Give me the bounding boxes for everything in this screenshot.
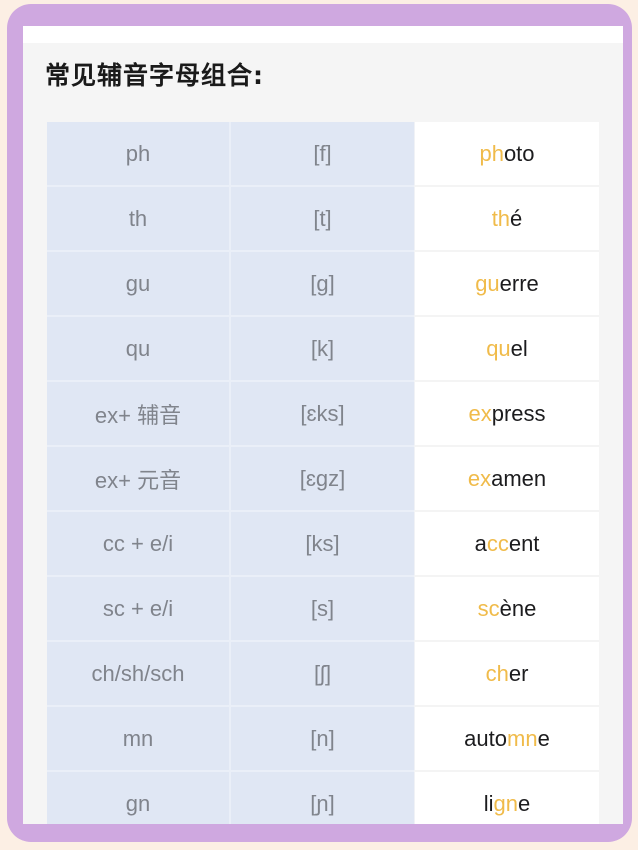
example-word-cell: ex press	[414, 382, 599, 447]
letter-combination-cell: ex+ 元音	[47, 447, 231, 512]
phonetic-cell: [ɲ]	[231, 772, 414, 824]
highlighted-letters: th	[491, 205, 511, 231]
example-word-cell: gu erre	[414, 252, 599, 317]
example-word-cell: ph oto	[414, 122, 599, 187]
example-word-cell: li gn e	[414, 772, 599, 824]
example-word-cell: ex amen	[414, 447, 599, 512]
word-segment: er	[508, 660, 529, 686]
word-segment: el	[510, 335, 528, 361]
table-row: cc + e/i [ks] a cc ent	[47, 512, 599, 577]
highlighted-letters: ex	[467, 465, 492, 491]
table-row: ch/sh/sch [ʃ] ch er	[47, 642, 599, 707]
letter-combination-cell: ex+ 辅音	[47, 382, 231, 447]
word-segment: ent	[508, 530, 540, 556]
letter-combination-cell: th	[47, 187, 231, 252]
example-word-cell: qu el	[414, 317, 599, 382]
table-row: gn [ɲ] li gn e	[47, 772, 599, 824]
phonetic-cell: [s]	[231, 577, 414, 642]
phonetic-cell: [ɛks]	[231, 382, 414, 447]
screenshot-content: 常见辅音字母组合: ph [f] ph oto th [t] th é gu [g] gu erre q…	[23, 26, 623, 824]
highlighted-letters: gu	[475, 270, 500, 296]
highlighted-letters: qu	[486, 335, 511, 361]
word-segment: ène	[499, 595, 537, 621]
phonetic-cell: [g]	[231, 252, 414, 317]
letter-combination-cell: gu	[47, 252, 231, 317]
word-segment: a	[474, 530, 487, 556]
word-segment: oto	[503, 140, 535, 166]
letter-combination-cell: qu	[47, 317, 231, 382]
phonetic-cell: [ʃ]	[231, 642, 414, 707]
table-row: gu [g] gu erre	[47, 252, 599, 317]
highlighted-letters: ch	[485, 660, 509, 686]
phonetic-cell: [t]	[231, 187, 414, 252]
consonant-combination-table: ph [f] ph oto th [t] th é gu [g] gu erre qu [k] qu el ex…	[47, 122, 599, 824]
example-word-cell: sc ène	[414, 577, 599, 642]
word-segment: press	[491, 400, 546, 426]
phonetic-cell: [n]	[231, 707, 414, 772]
example-word-cell: th é	[414, 187, 599, 252]
table-row: qu [k] qu el	[47, 317, 599, 382]
letter-combination-cell: mn	[47, 707, 231, 772]
letter-combination-cell: cc + e/i	[47, 512, 231, 577]
letter-combination-cell: ch/sh/sch	[47, 642, 231, 707]
example-word-cell: a cc ent	[414, 512, 599, 577]
table-row: mn [n] auto mn e	[47, 707, 599, 772]
highlighted-letters: sc	[477, 595, 500, 621]
letter-combination-cell: sc + e/i	[47, 577, 231, 642]
highlighted-letters: ex	[468, 400, 492, 426]
word-segment: e	[537, 725, 550, 751]
table-row: th [t] th é	[47, 187, 599, 252]
phonetic-cell: [k]	[231, 317, 414, 382]
table-row: sc + e/i [s] sc ène	[47, 577, 599, 642]
page-title: 常见辅音字母组合:	[45, 61, 264, 90]
highlighted-letters: gn	[493, 790, 518, 816]
table-row: ph [f] ph oto	[47, 122, 599, 187]
letter-combination-cell: gn	[47, 772, 231, 824]
highlighted-letters: cc	[486, 530, 509, 556]
example-word-cell: ch er	[414, 642, 599, 707]
phonetic-cell: [ks]	[231, 512, 414, 577]
word-segment: e	[518, 790, 531, 816]
letter-combination-cell: ph	[47, 122, 231, 187]
table-row: ex+ 辅音 [ɛks] ex press	[47, 382, 599, 447]
table-row: ex+ 元音 [ɛgz] ex amen	[47, 447, 599, 512]
word-segment: é	[510, 205, 523, 231]
highlighted-letters: ph	[479, 140, 504, 166]
phonetic-cell: [f]	[231, 122, 414, 187]
word-segment: erre	[499, 270, 539, 296]
word-segment: amen	[491, 465, 547, 491]
top-strip	[23, 26, 623, 43]
phonetic-cell: [ɛgz]	[231, 447, 414, 512]
word-segment: auto	[464, 725, 507, 751]
word-segment: li	[483, 790, 494, 816]
example-word-cell: auto mn e	[414, 707, 599, 772]
highlighted-letters: mn	[507, 725, 538, 751]
